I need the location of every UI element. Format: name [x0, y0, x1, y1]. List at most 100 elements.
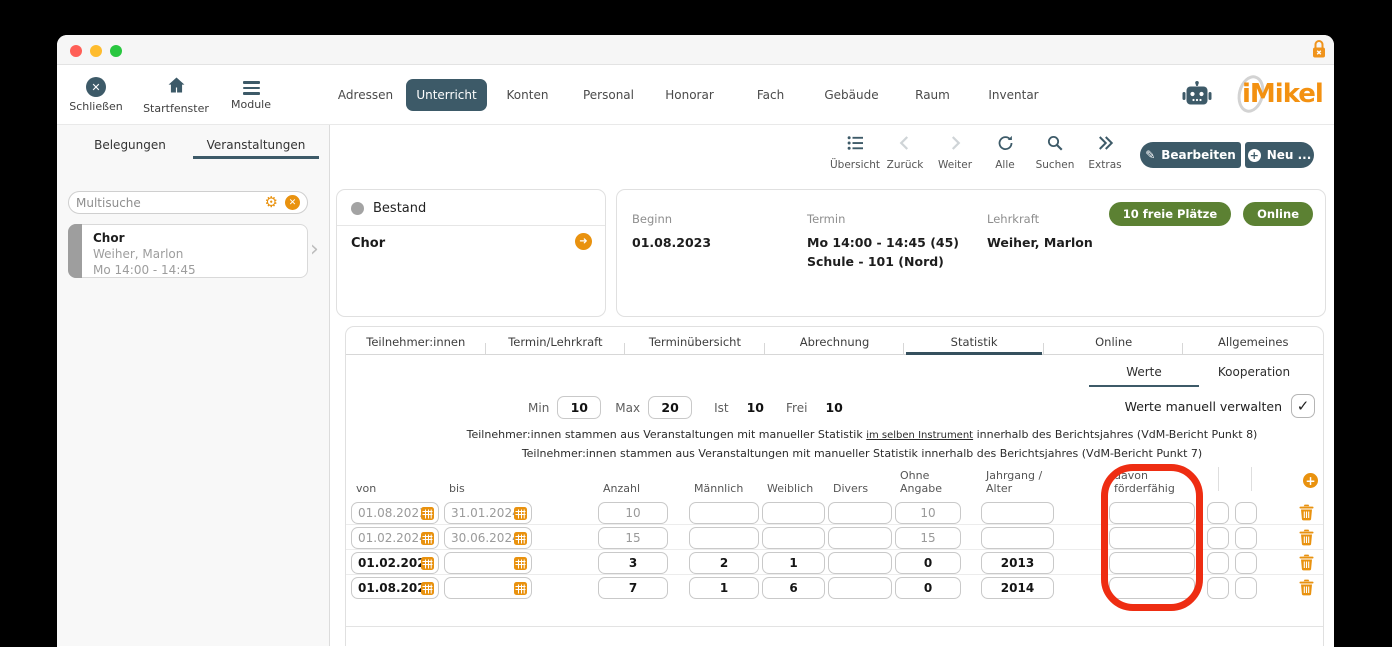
tab-teilnehmer-innen[interactable]: Teilnehmer:innen: [346, 327, 486, 354]
calendar-icon[interactable]: [421, 532, 434, 548]
minimize-window-button[interactable]: [90, 45, 102, 57]
chevron-right-icon[interactable]: ›: [310, 237, 319, 262]
lock-icon[interactable]: [1311, 39, 1327, 63]
module-item-personal[interactable]: Personal: [568, 88, 649, 102]
toolbar-alle[interactable]: Alle: [980, 134, 1030, 171]
column-header-4: Weiblich: [767, 482, 814, 495]
cell-input[interactable]: 1: [762, 552, 825, 574]
tab-abrechnung[interactable]: Abrechnung: [765, 327, 905, 354]
sidebar-tab-belegungen[interactable]: Belegungen: [67, 130, 193, 159]
trash-icon[interactable]: [1299, 504, 1315, 522]
cell-input-small[interactable]: [1235, 577, 1257, 599]
cell-input-small[interactable]: [1235, 502, 1257, 524]
cell-input[interactable]: [689, 502, 759, 524]
add-row-icon[interactable]: +: [1303, 473, 1318, 488]
search-input[interactable]: [76, 195, 265, 210]
manual-values-checkbox[interactable]: ✓: [1291, 394, 1315, 418]
new-button[interactable]: + Neu ...: [1245, 142, 1314, 168]
tab-termin-bersicht[interactable]: Terminübersicht: [625, 327, 765, 354]
toolbar-suchen[interactable]: Suchen: [1030, 134, 1080, 171]
cell-input[interactable]: [981, 527, 1054, 549]
module-item-honorar[interactable]: Honorar: [649, 88, 730, 102]
cell-input[interactable]: 7: [598, 577, 668, 599]
cell-input[interactable]: 10: [598, 502, 668, 524]
cell-input[interactable]: 2: [689, 552, 759, 574]
cell-input[interactable]: [444, 577, 532, 599]
list-item[interactable]: Chor Weiher, Marlon Mo 14:00 - 14:45: [68, 224, 308, 278]
startfenster-button[interactable]: Startfenster: [131, 65, 221, 125]
cell-input-small[interactable]: [1207, 502, 1229, 524]
close-window-button[interactable]: [70, 45, 82, 57]
cell-input[interactable]: [828, 577, 892, 599]
gear-icon[interactable]: ⚙: [265, 195, 278, 210]
cell-input[interactable]: 01.02.2024: [351, 552, 439, 574]
calendar-icon[interactable]: [514, 557, 527, 573]
cell-input-small[interactable]: [1207, 527, 1229, 549]
cell-input[interactable]: 31.01.2024: [444, 502, 532, 524]
close-module-button[interactable]: ✕ Schließen: [61, 65, 131, 125]
trash-icon[interactable]: [1299, 579, 1315, 597]
cell-input[interactable]: 0: [895, 577, 961, 599]
module-button[interactable]: Module: [221, 65, 281, 125]
module-item-raum[interactable]: Raum: [892, 88, 973, 102]
module-item-konten[interactable]: Konten: [487, 88, 568, 102]
toolbar-übersicht[interactable]: Übersicht: [830, 134, 880, 171]
cell-input[interactable]: [689, 527, 759, 549]
calendar-icon[interactable]: [514, 532, 527, 548]
cell-input[interactable]: [828, 552, 892, 574]
cell-input[interactable]: [762, 527, 825, 549]
cell-input-small[interactable]: [1235, 552, 1257, 574]
robot-icon[interactable]: [1182, 81, 1212, 112]
calendar-icon[interactable]: [514, 507, 527, 523]
cell-input[interactable]: 2013: [981, 552, 1054, 574]
module-item-inventar[interactable]: Inventar: [973, 88, 1054, 102]
tab-allgemeines[interactable]: Allgemeines: [1183, 327, 1323, 354]
calendar-icon[interactable]: [421, 582, 434, 598]
tab-termin-lehrkraft[interactable]: Termin/Lehrkraft: [486, 327, 626, 354]
edit-button[interactable]: ✎ Bearbeiten: [1140, 142, 1241, 168]
calendar-icon[interactable]: [421, 507, 434, 523]
cell-input-small[interactable]: [1235, 527, 1257, 549]
calendar-icon[interactable]: [514, 582, 527, 598]
module-item-gebäude[interactable]: Gebäude: [811, 88, 892, 102]
online-badge: Online: [1243, 202, 1313, 226]
clear-circle-icon[interactable]: ✕: [285, 195, 300, 210]
zoom-window-button[interactable]: [110, 45, 122, 57]
subtab-werte[interactable]: Werte: [1089, 358, 1199, 387]
cell-input[interactable]: 01.02.2024: [351, 527, 439, 549]
cell-input[interactable]: 3: [598, 552, 668, 574]
column-header-6: Ohne Angabe: [900, 469, 942, 495]
cell-input[interactable]: 2014: [981, 577, 1054, 599]
cell-input[interactable]: 15: [895, 527, 961, 549]
subtab-kooperation[interactable]: Kooperation: [1199, 358, 1309, 387]
trash-icon[interactable]: [1299, 529, 1315, 547]
cell-input[interactable]: 01.08.2024: [351, 577, 439, 599]
cell-input[interactable]: [828, 527, 892, 549]
trash-icon[interactable]: [1299, 554, 1315, 572]
module-item-unterricht[interactable]: Unterricht: [406, 79, 487, 111]
cell-input[interactable]: [444, 552, 532, 574]
cell-input[interactable]: 1: [689, 577, 759, 599]
cell-input[interactable]: 01.08.2023: [351, 502, 439, 524]
cell-input[interactable]: 10: [895, 502, 961, 524]
cell-input[interactable]: 15: [598, 527, 668, 549]
cell-input[interactable]: 0: [895, 552, 961, 574]
cell-input[interactable]: 30.06.2024: [444, 527, 532, 549]
calendar-icon[interactable]: [421, 557, 434, 573]
min-input[interactable]: 10: [557, 396, 602, 419]
cell-input[interactable]: 6: [762, 577, 825, 599]
toolbar-extras[interactable]: Extras: [1080, 134, 1130, 171]
tab-statistik[interactable]: Statistik: [904, 327, 1044, 355]
cell-input[interactable]: [762, 502, 825, 524]
cell-input[interactable]: [828, 502, 892, 524]
sidebar-tab-veranstaltungen[interactable]: Veranstaltungen: [193, 130, 319, 159]
note-link[interactable]: im selben Instrument: [866, 430, 973, 441]
cell-input-small[interactable]: [1207, 577, 1229, 599]
cell-input[interactable]: [981, 502, 1054, 524]
module-item-fach[interactable]: Fach: [730, 88, 811, 102]
module-item-adressen[interactable]: Adressen: [325, 88, 406, 102]
cell-input-small[interactable]: [1207, 552, 1229, 574]
tab-online[interactable]: Online: [1044, 327, 1184, 354]
max-input[interactable]: 20: [648, 396, 693, 419]
arrow-circle-icon[interactable]: ➜: [575, 233, 592, 250]
